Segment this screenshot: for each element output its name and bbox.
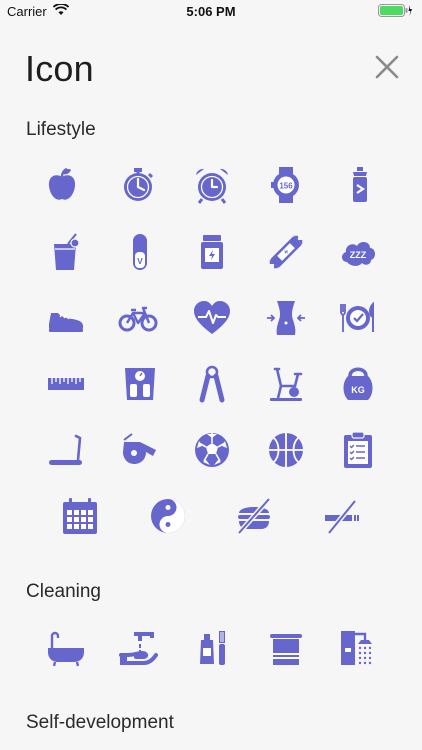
header: Icon (0, 22, 422, 114)
waist-icon[interactable] (258, 290, 314, 346)
smartwatch-heart-rate-icon[interactable]: 156 (258, 157, 314, 213)
hand-grip-icon[interactable] (184, 356, 240, 412)
shower-icon[interactable] (330, 620, 386, 676)
calendar-icon[interactable] (52, 488, 108, 544)
vitamin-capsule-icon[interactable]: V (112, 224, 168, 280)
battery-icon (378, 4, 412, 20)
kettlebell-icon[interactable]: KG (330, 356, 386, 412)
no-burger-icon[interactable] (226, 488, 282, 544)
status-bar: Carrier 5:06 PM (0, 0, 422, 22)
watch-reading: 156 (279, 182, 293, 191)
weight-scale-icon[interactable] (112, 356, 168, 412)
close-button[interactable] (374, 54, 400, 80)
sneaker-icon[interactable] (38, 290, 94, 346)
status-time: 5:06 PM (186, 4, 236, 19)
juice-glass-icon[interactable] (38, 224, 94, 280)
energy-bar-icon[interactable] (258, 224, 314, 280)
basketball-icon[interactable] (258, 422, 314, 478)
soccer-ball-icon[interactable] (184, 422, 240, 478)
hand-wash-icon[interactable] (110, 620, 166, 676)
treadmill-icon[interactable] (38, 422, 94, 478)
svg-text:ZZZ: ZZZ (350, 250, 367, 260)
section-title-cleaning: Cleaning (26, 581, 101, 602)
clipboard-checklist-icon[interactable] (330, 422, 386, 478)
exercise-bike-icon[interactable] (258, 356, 314, 412)
supplement-jar-icon[interactable] (184, 224, 240, 280)
svg-text:V: V (137, 256, 143, 266)
section-title-lifestyle: Lifestyle (26, 119, 96, 140)
diet-plate-icon[interactable] (330, 290, 386, 346)
section-title-self-development: Self-development (26, 712, 174, 733)
heart-pulse-icon[interactable] (184, 290, 240, 346)
protein-shaker-icon[interactable] (332, 157, 388, 213)
no-smoking-icon[interactable] (314, 488, 370, 544)
alarm-clock-icon[interactable] (184, 157, 240, 213)
stopwatch-icon[interactable] (110, 157, 166, 213)
yin-yang-icon[interactable] (140, 488, 196, 544)
bicycle-icon[interactable] (110, 290, 166, 346)
close-icon (375, 55, 399, 79)
apple-icon[interactable] (34, 157, 90, 213)
page-title: Icon (25, 48, 94, 89)
towel-rack-icon[interactable] (258, 620, 314, 676)
sleep-cloud-icon[interactable]: ZZZ (330, 224, 386, 280)
kettlebell-label: KG (351, 385, 365, 395)
whistle-icon[interactable] (112, 422, 168, 478)
toothbrush-toothpaste-icon[interactable] (184, 620, 240, 676)
measuring-ruler-icon[interactable] (38, 356, 94, 412)
bathtub-icon[interactable] (38, 620, 94, 676)
